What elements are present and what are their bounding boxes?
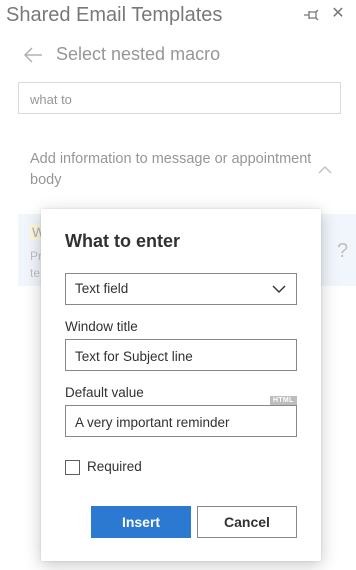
default-value-field[interactable] <box>65 405 297 437</box>
required-checkbox[interactable] <box>65 460 80 475</box>
insert-button[interactable]: Insert <box>91 506 191 538</box>
window-title-field[interactable] <box>65 339 297 371</box>
chevron-down-icon <box>272 285 286 293</box>
what-to-enter-dialog: What to enter Text field Window title De… <box>41 209 321 561</box>
window-title-input[interactable] <box>75 346 287 366</box>
field-type-select[interactable]: Text field <box>65 273 297 305</box>
dialog-title: What to enter <box>65 231 180 251</box>
cancel-button[interactable]: Cancel <box>197 506 297 538</box>
window-title-label: Window title <box>65 319 138 334</box>
required-label[interactable]: Required <box>87 459 142 474</box>
default-value-label: Default value <box>65 385 144 400</box>
field-type-value: Text field <box>75 281 129 296</box>
default-value-input[interactable] <box>75 412 287 432</box>
